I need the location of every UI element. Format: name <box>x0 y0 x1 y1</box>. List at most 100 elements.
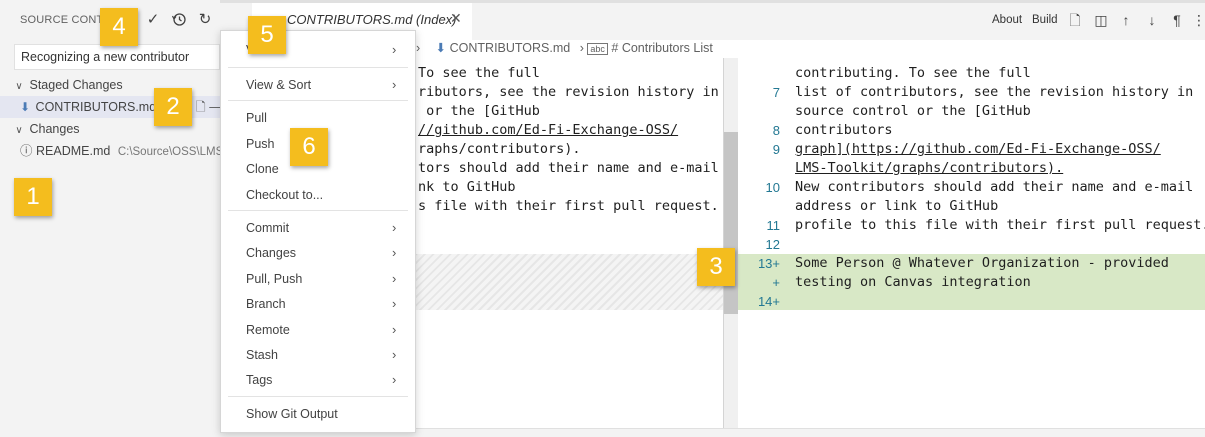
line-number: 11 <box>766 218 781 233</box>
more-actions-icon[interactable]: ⋮ <box>1190 11 1205 29</box>
menu-item-remote[interactable]: Remote <box>246 323 290 337</box>
code-row: 12 <box>740 235 1200 254</box>
line-number: 12 <box>765 237 780 252</box>
code-row: 13+ Some Person @ Whatever Organization -… <box>740 254 1200 273</box>
commit-message-input[interactable]: Recognizing a new contributor <box>14 44 220 70</box>
menu-item-pull[interactable]: Pull <box>246 111 267 125</box>
arrow-up-icon[interactable]: ↑ <box>1117 11 1135 29</box>
tab-title: CONTRIBUTORS.md (Index) <box>287 12 457 27</box>
changed-file-name: README.md <box>36 144 111 158</box>
code-line: To see the full <box>418 65 540 81</box>
chevron-down-icon: ∨ <box>15 125 23 136</box>
breadcrumb-symbol[interactable]: # Contributors List <box>611 41 712 55</box>
menu-item-pull-push[interactable]: Pull, Push <box>246 272 302 286</box>
code-line: contributing. To see the full <box>795 65 1031 81</box>
code-line: ributors, see the revision history in <box>418 84 719 100</box>
history-icon[interactable] <box>170 11 188 29</box>
code-line: nk to GitHub <box>418 179 516 195</box>
open-file-icon[interactable]: 🗋 <box>1066 11 1084 29</box>
chevron-right-icon: › <box>392 347 397 362</box>
callout-3: 3 <box>697 248 735 286</box>
callout-5: 5 <box>248 16 286 54</box>
chevron-right-icon: › <box>392 372 397 387</box>
menu-item-commit[interactable]: Commit <box>246 221 289 235</box>
pilcrow-icon[interactable]: ¶ <box>1168 11 1186 29</box>
info-icon: ⓘ <box>20 144 33 158</box>
code-row: 8 contributors <box>740 121 1200 140</box>
code-row: 11 profile to this file with their first … <box>740 216 1205 235</box>
chevron-right-icon: › <box>392 245 397 260</box>
chevron-right-icon: › <box>579 41 584 55</box>
callout-1: 1 <box>14 178 52 216</box>
code-line: tors should add their name and e-mail <box>418 160 719 176</box>
code-line: address or link to GitHub <box>795 198 999 214</box>
code-line: contributors <box>795 122 893 138</box>
changes-label: Changes <box>29 122 80 136</box>
code-line: graph](https://github.com/Ed-Fi-Exchange… <box>795 141 1161 157</box>
refresh-icon[interactable]: ↻ <box>196 11 214 29</box>
menu-item-stash[interactable]: Stash <box>246 348 278 362</box>
build-button[interactable]: Build <box>1032 14 1058 26</box>
line-number: 8 <box>772 123 780 138</box>
chevron-right-icon: › <box>392 296 397 311</box>
symbol-icon: abc <box>587 43 608 55</box>
chevron-right-icon: › <box>392 220 397 235</box>
code-line: raphs/contributors). <box>418 141 581 157</box>
menu-item-tags[interactable]: Tags <box>246 373 272 387</box>
markdown-file-icon: ⬇ <box>435 41 447 55</box>
chevron-right-icon: › <box>416 41 421 55</box>
menu-separator <box>228 100 408 101</box>
menu-item-push[interactable]: Push <box>246 137 275 151</box>
menu-item-changes[interactable]: Changes <box>246 246 296 260</box>
open-file-icon[interactable]: 🗋 <box>196 100 206 114</box>
code-line: or the [GitHub <box>418 103 540 119</box>
line-number: 10 <box>765 180 780 195</box>
code-line: testing on Canvas integration <box>795 274 1031 290</box>
code-line: s file with their first pull request. <box>418 198 719 214</box>
menu-separator <box>228 210 408 211</box>
arrow-down-icon[interactable]: ↓ <box>1143 11 1161 29</box>
changed-file-path: C:\Source\OSS\LMS <box>117 146 224 158</box>
close-icon[interactable]: ✕ <box>450 10 462 27</box>
line-number: 9 <box>772 142 780 157</box>
code-row: address or link to GitHub <box>740 197 1200 216</box>
chevron-right-icon: › <box>392 42 397 57</box>
changed-file-item[interactable]: ⓘ README.md C:\Source\OSS\LMS <box>0 140 224 162</box>
menu-item-view-sort[interactable]: View & Sort <box>246 78 311 92</box>
breadcrumb-file[interactable]: CONTRIBUTORS.md <box>450 41 571 55</box>
menu-item-show-git-output[interactable]: Show Git Output <box>246 407 338 421</box>
menu-item-checkout-to[interactable]: Checkout to... <box>246 188 323 202</box>
code-line: Some Person @ Whatever Organization - pr… <box>795 255 1169 271</box>
breadcrumb: › ⬇ CONTRIBUTORS.md › abc # Contributors… <box>416 40 713 60</box>
about-button[interactable]: About <box>992 14 1022 26</box>
chevron-right-icon: › <box>392 271 397 286</box>
menu-item-branch[interactable]: Branch <box>246 297 286 311</box>
left-editor-code: To see the full ributors, see the revisi… <box>418 64 719 216</box>
left-diff-placeholder <box>416 254 724 310</box>
split-editor-icon[interactable]: ◫ <box>1092 11 1110 29</box>
chevron-right-icon: › <box>392 77 397 92</box>
code-line: //github.com/Ed-Fi-Exchange-OSS/ <box>418 122 679 138</box>
staged-file-name: CONTRIBUTORS.md <box>35 100 157 114</box>
code-row: 7 list of contributors, see the revision … <box>740 83 1200 102</box>
code-line: list of contributors, see the revision h… <box>795 84 1194 100</box>
callout-6: 6 <box>290 128 328 166</box>
callout-2: 2 <box>154 88 192 126</box>
scrollbar-thumb[interactable] <box>724 132 738 314</box>
code-row: 10 New contributors should add their name… <box>740 178 1200 197</box>
code-row: contributing. To see the full <box>740 64 1200 83</box>
callout-4: 4 <box>100 8 138 46</box>
code-line: New contributors should add their name a… <box>795 179 1194 195</box>
menu-separator <box>228 396 408 397</box>
code-row: LMS-Toolkit/graphs/contributors). <box>740 159 1200 178</box>
staged-changes-label: Staged Changes <box>29 78 123 92</box>
code-row: 9 graph](https://github.com/Ed-Fi-Exchang… <box>740 140 1200 159</box>
line-number: 13+ <box>757 256 780 271</box>
diff-divider <box>723 58 724 428</box>
menu-item-clone[interactable]: Clone <box>246 162 279 176</box>
chevron-down-icon: ∨ <box>15 81 23 92</box>
check-icon[interactable]: ✓ <box>144 11 162 29</box>
line-number: + <box>772 275 780 290</box>
menu-items: Views›View & Sort›PullPushCloneCheckout … <box>220 30 416 433</box>
code-line: source control or the [GitHub <box>795 103 1031 119</box>
